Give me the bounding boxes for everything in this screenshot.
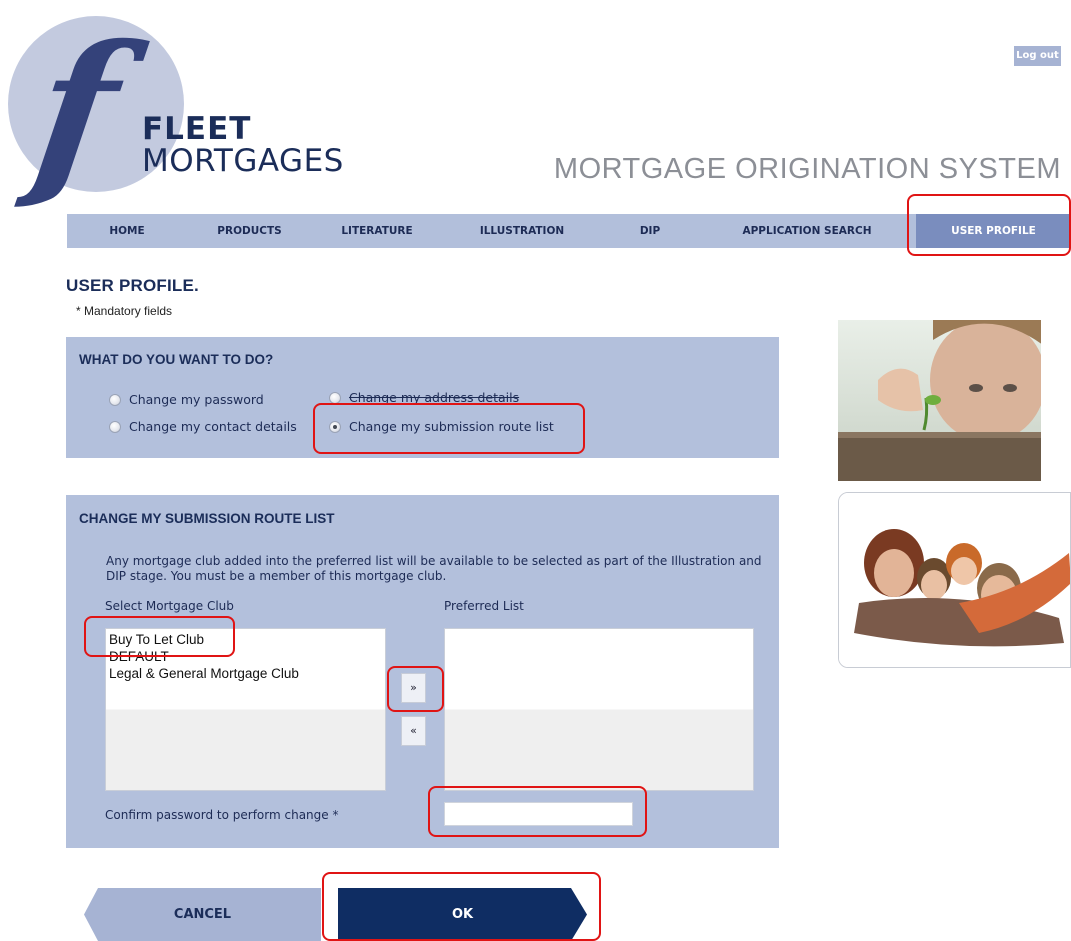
nav-products[interactable]: PRODUCTS (187, 214, 312, 248)
list-item[interactable]: DEFAULT (106, 648, 385, 665)
action-panel-heading: WHAT DO YOU WANT TO DO? (79, 352, 274, 367)
radio-button-icon[interactable] (109, 393, 121, 406)
radio-button-icon[interactable] (109, 420, 121, 433)
radio-change-password[interactable]: Change my password (109, 392, 264, 407)
list-item[interactable]: Legal & General Mortgage Club (106, 665, 385, 682)
radio-button-checked-icon[interactable] (329, 420, 341, 433)
nav-dip[interactable]: DIP (602, 214, 698, 248)
preferred-listbox[interactable] (444, 628, 754, 791)
route-description: Any mortgage club added into the preferr… (106, 554, 762, 583)
add-to-preferred-button[interactable]: » (401, 673, 426, 703)
brand-name-line1: FLEET (142, 111, 252, 147)
radio-change-address[interactable]: Change my address details (329, 390, 519, 405)
list-item[interactable]: Buy To Let Club (106, 631, 385, 648)
system-title: MORTGAGE ORIGINATION SYSTEM (553, 153, 1061, 185)
cancel-button[interactable]: CANCEL (84, 888, 321, 941)
nav-home[interactable]: HOME (67, 214, 187, 248)
radio-label: Change my submission route list (349, 419, 554, 434)
main-nav: HOME PRODUCTS LITERATURE ILLUSTRATION DI… (67, 214, 1071, 248)
ok-button[interactable]: OK (338, 888, 587, 941)
radio-label: Change my contact details (129, 419, 297, 434)
logout-button[interactable]: Log out (1014, 46, 1061, 66)
page-title: USER PROFILE. (66, 276, 199, 295)
radio-button-icon[interactable] (329, 391, 341, 404)
family-photo (838, 492, 1071, 668)
remove-from-preferred-button[interactable]: « (401, 716, 426, 746)
radio-label: Change my address details (349, 390, 520, 405)
mortgage-club-listbox[interactable]: Buy To Let Club DEFAULT Legal & General … (105, 628, 386, 791)
mandatory-note: * Mandatory fields (76, 304, 173, 318)
nav-literature[interactable]: LITERATURE (312, 214, 442, 248)
preferred-list-label: Preferred List (444, 599, 524, 613)
brand-name-line2: MORTGAGES (142, 143, 344, 179)
route-panel-heading: CHANGE MY SUBMISSION ROUTE LIST (79, 511, 335, 526)
action-panel: WHAT DO YOU WANT TO DO? Change my passwo… (66, 337, 779, 458)
submission-route-panel: CHANGE MY SUBMISSION ROUTE LIST Any mort… (66, 495, 779, 848)
nav-application-search[interactable]: APPLICATION SEARCH (698, 214, 916, 248)
nav-user-profile[interactable]: USER PROFILE (916, 214, 1071, 248)
radio-change-contact[interactable]: Change my contact details (109, 419, 297, 434)
radio-change-submission-route[interactable]: Change my submission route list (329, 419, 554, 434)
nav-illustration[interactable]: ILLUSTRATION (442, 214, 602, 248)
confirm-password-input[interactable] (444, 802, 633, 826)
radio-label: Change my password (129, 392, 264, 407)
child-with-seedling-photo (838, 320, 1041, 481)
select-club-label: Select Mortgage Club (105, 599, 234, 613)
confirm-password-label: Confirm password to perform change * (105, 808, 339, 822)
